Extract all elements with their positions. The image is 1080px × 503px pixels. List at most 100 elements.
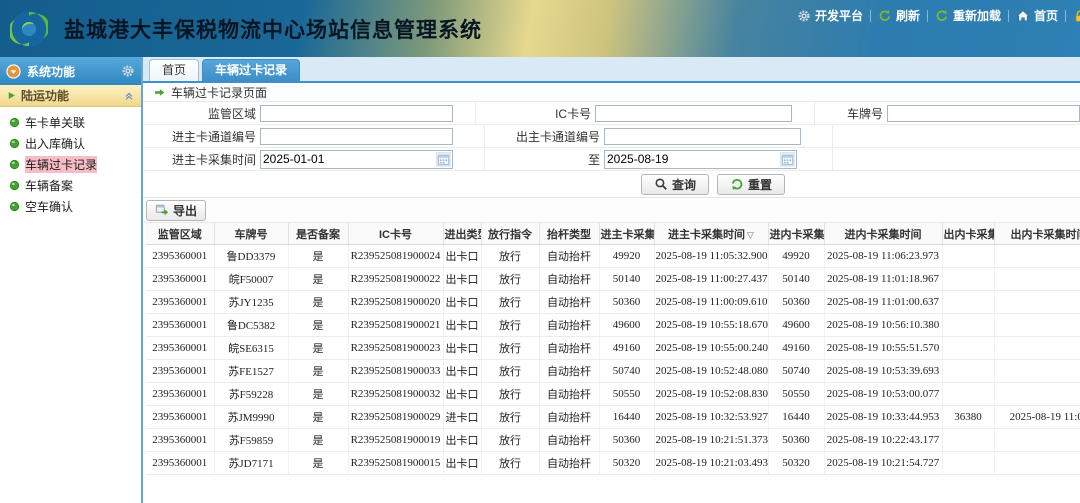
nav-separator	[870, 10, 871, 22]
table-row[interactable]: 2395360001鲁DC5382是R239525081900021出卡口放行自…	[146, 314, 1080, 337]
nav-refresh[interactable]: 刷新	[878, 7, 920, 24]
cell-in-out-type: 出卡口	[443, 429, 481, 452]
cell-plate-no: 皖F50007	[214, 268, 288, 291]
cell-ic-card-no: R239525081900019	[348, 429, 443, 452]
cell-recorded: 是	[288, 429, 348, 452]
cell-in-main-time: 2025-08-19 10:52:48.080	[654, 360, 768, 383]
table-row[interactable]: 2395360001苏F59859是R239525081900019出卡口放行自…	[146, 429, 1080, 452]
cell-in-out-type: 出卡口	[443, 360, 481, 383]
tab-home[interactable]: 首页	[149, 59, 199, 81]
in-main-time-to-input[interactable]	[605, 152, 780, 167]
col-out-inner-weight[interactable]: 出内卡采集重量	[942, 223, 994, 245]
cell-plate-no: 苏F59228	[214, 383, 288, 406]
nav-label: 刷新	[896, 7, 920, 24]
calendar-icon[interactable]	[780, 152, 795, 167]
bullet-icon	[9, 159, 20, 170]
cell-plate-no: 苏JY1235	[214, 291, 288, 314]
col-out-inner-time[interactable]: 出内卡采集时间	[994, 223, 1080, 245]
sidebar-item-label: 车卡单关联	[25, 114, 85, 131]
col-in-inner-weight[interactable]: 进内卡采集重量	[768, 223, 824, 245]
export-button[interactable]: 导出	[146, 200, 206, 221]
col-in-out-type[interactable]: 进出类型	[443, 223, 481, 245]
plate-no-label: 车牌号	[815, 105, 887, 122]
cell-in-main-weight: 49160	[599, 337, 654, 360]
in-main-channel-input[interactable]	[260, 128, 453, 145]
cell-in-main-time: 2025-08-19 11:00:09.610	[654, 291, 768, 314]
plate-no-input[interactable]	[887, 105, 1080, 122]
search-icon	[654, 177, 668, 191]
cell-out-inner-weight	[942, 268, 994, 291]
table-row[interactable]: 2395360001皖F50007是R239525081900022出卡口放行自…	[146, 268, 1080, 291]
col-recorded[interactable]: 是否备案	[288, 223, 348, 245]
calendar-icon[interactable]	[436, 152, 451, 167]
tab-vehicle-pass-records[interactable]: 车辆过卡记录	[202, 59, 300, 81]
cell-recorded: 是	[288, 360, 348, 383]
nav-dev-platform[interactable]: 开发平台	[797, 7, 863, 24]
col-in-main-time[interactable]: 进主卡采集时间▽	[654, 223, 768, 245]
cell-barrier-type: 自动抬杆	[539, 452, 599, 475]
table-row[interactable]: 2395360001鲁DD3379是R239525081900024出卡口放行自…	[146, 245, 1080, 268]
reset-button-label: 重置	[748, 176, 772, 193]
cell-ic-card-no: R239525081900022	[348, 268, 443, 291]
cell-barrier-type: 自动抬杆	[539, 245, 599, 268]
table-row[interactable]: 2395360001苏JY1235是R239525081900020出卡口放行自…	[146, 291, 1080, 314]
cell-in-out-type: 出卡口	[443, 452, 481, 475]
sidebar-group-land-transport[interactable]: 陆运功能	[0, 85, 141, 107]
cell-release-cmd: 放行	[481, 314, 539, 337]
gear-icon[interactable]	[121, 64, 135, 78]
nav-lock[interactable]	[1073, 9, 1080, 23]
cell-in-inner-time: 2025-08-19 10:21:54.727	[824, 452, 942, 475]
table-row[interactable]: 2395360001皖SE6315是R239525081900023出卡口放行自…	[146, 337, 1080, 360]
col-plate-no[interactable]: 车牌号	[214, 223, 288, 245]
table-row[interactable]: 2395360001苏FE1527是R239525081900033出卡口放行自…	[146, 360, 1080, 383]
nav-reload[interactable]: 重新加载	[935, 7, 1001, 24]
table-row[interactable]: 2395360001苏JM9990是R239525081900029进卡口放行自…	[146, 406, 1080, 429]
col-release-cmd[interactable]: 放行指令	[481, 223, 539, 245]
sidebar-item-card-vehicle-link[interactable]: 车卡单关联	[0, 112, 141, 133]
table-row[interactable]: 2395360001苏JD7171是R239525081900015出卡口放行自…	[146, 452, 1080, 475]
sidebar-item-inout-warehouse-confirm[interactable]: 出入库确认	[0, 133, 141, 154]
col-in-main-weight[interactable]: 进主卡采集重量	[599, 223, 654, 245]
cell-ic-card-no: R239525081900032	[348, 383, 443, 406]
col-ic-card-no[interactable]: IC卡号	[348, 223, 443, 245]
cell-in-inner-time: 2025-08-19 10:56:10.380	[824, 314, 942, 337]
grid-toolbar: 导出	[143, 198, 1080, 223]
sort-desc-icon: ▽	[747, 230, 754, 240]
cell-release-cmd: 放行	[481, 268, 539, 291]
collapse-icon[interactable]	[123, 90, 135, 102]
in-main-channel-label: 进主卡通道编号	[143, 128, 260, 145]
cell-supervision-area: 2395360001	[146, 314, 214, 337]
in-main-time-from-input[interactable]	[261, 152, 436, 167]
cell-plate-no: 苏JM9990	[214, 406, 288, 429]
col-barrier-type[interactable]: 抬杆类型	[539, 223, 599, 245]
export-button-label: 导出	[173, 202, 197, 219]
nav-home[interactable]: 首页	[1016, 7, 1058, 24]
home-icon	[1016, 9, 1030, 23]
sidebar-item-vehicle-filing[interactable]: 车辆备案	[0, 175, 141, 196]
out-main-channel-input[interactable]	[604, 128, 801, 145]
cell-plate-no: 苏FE1527	[214, 360, 288, 383]
search-button[interactable]: 查询	[641, 174, 709, 195]
bullet-icon	[9, 138, 20, 149]
sidebar-item-vehicle-pass-records[interactable]: 车辆过卡记录	[0, 154, 141, 175]
cell-out-inner-weight	[942, 291, 994, 314]
reset-button[interactable]: 重置	[717, 174, 785, 195]
panel-toggle-icon[interactable]	[6, 64, 21, 79]
col-in-inner-time[interactable]: 进内卡采集时间	[824, 223, 942, 245]
cell-in-inner-time: 2025-08-19 10:55:51.570	[824, 337, 942, 360]
cell-ic-card-no: R239525081900015	[348, 452, 443, 475]
sidebar-item-empty-vehicle-confirm[interactable]: 空车确认	[0, 196, 141, 217]
cell-supervision-area: 2395360001	[146, 360, 214, 383]
cell-barrier-type: 自动抬杆	[539, 268, 599, 291]
cell-release-cmd: 放行	[481, 406, 539, 429]
cell-in-out-type: 出卡口	[443, 268, 481, 291]
cell-out-inner-time	[994, 337, 1080, 360]
cell-out-inner-time	[994, 314, 1080, 337]
table-row[interactable]: 2395360001苏F59228是R239525081900032出卡口放行自…	[146, 383, 1080, 406]
col-supervision-area[interactable]: 监管区域	[146, 223, 214, 245]
ic-card-input[interactable]	[595, 105, 792, 122]
cell-in-main-time: 2025-08-19 11:05:32.900	[654, 245, 768, 268]
cell-in-inner-weight: 50740	[768, 360, 824, 383]
cell-in-main-weight: 49600	[599, 314, 654, 337]
supervision-area-input[interactable]	[260, 105, 453, 122]
